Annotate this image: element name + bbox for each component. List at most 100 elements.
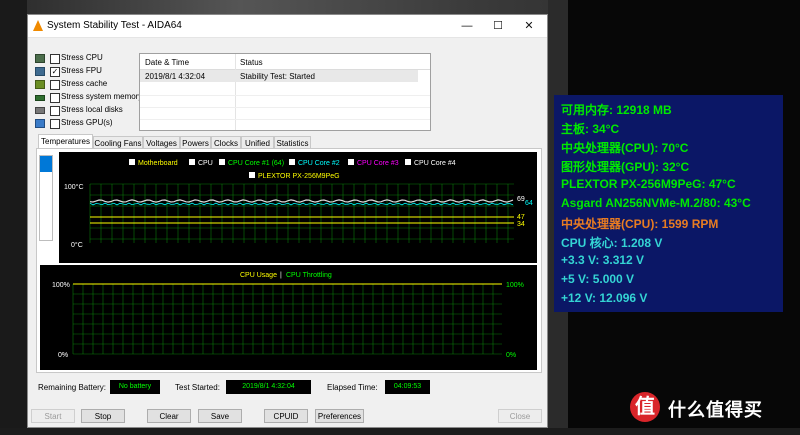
osd-5v-voltage: +5 V: 5.000 V [561,272,635,286]
clear-button[interactable]: Clear [147,409,191,423]
usage-grid [72,283,502,355]
temperature-chart: Motherboard CPU CPU Core #1 (64) CPU Cor… [59,152,537,263]
cache-icon [35,80,45,89]
stress-gpu-checkbox[interactable] [50,119,60,129]
preferences-button[interactable]: Preferences [315,409,364,423]
column-header-datetime[interactable]: Date & Time [145,58,189,67]
cpuid-button[interactable]: CPUID [264,409,308,423]
osd-cpu-core-voltage: CPU 核心: 1.208 V [561,236,663,250]
temp-series [89,199,514,224]
sensor-selector-list[interactable] [39,155,53,241]
close-window-button[interactable]: ✕ [514,15,544,37]
stress-option-label: Stress CPU [61,53,103,62]
watermark-text: 什么值得买 [668,400,763,420]
value-label-34: 34 [517,221,525,228]
stress-option-cpu[interactable]: Stress CPU [35,53,155,65]
table-header: Date & Time Status [140,54,430,70]
window-title: System Stability Test - AIDA64 [47,20,182,31]
usage-axis-right-max: 100% [506,282,524,289]
stress-option-disks[interactable]: Stress local disks [35,105,155,117]
disk-icon [35,107,45,114]
desktop-background [0,0,27,435]
stability-test-window: System Stability Test - AIDA64 — ☐ ✕ Str… [27,14,548,428]
maximize-button[interactable]: ☐ [483,15,513,37]
test-started-value: 2019/8/1 4:32:04 [226,380,311,394]
osd-12v-voltage: +12 V: 12.096 V [561,291,648,305]
osd-3v3-voltage: +3.3 V: 3.312 V [561,253,645,267]
test-started-label: Test Started: [175,383,220,392]
event-log-table[interactable]: Date & Time Status 2019/8/1 4:32:04 Stab… [139,53,431,131]
stress-option-memory[interactable]: Stress system memory [35,92,155,104]
legend-motherboard: Motherboard [138,160,178,167]
elapsed-time-label: Elapsed Time: [327,383,378,392]
row-divider [140,119,430,120]
aida64-flame-icon [33,20,43,31]
stress-cpu-checkbox[interactable] [50,54,60,64]
legend-cpu-core-3: CPU Core #3 [357,160,399,167]
osd-asgard-temp: Asgard AN256NVMe-M.2/80: 43°C [561,196,751,210]
minimize-button[interactable]: — [452,15,482,37]
battery-value: No battery [110,380,160,394]
legend-cpu-core-2: CPU Core #2 [298,160,340,167]
value-label-64: 64 [525,200,533,207]
elapsed-time-value: 04:09:53 [385,380,430,394]
stress-option-cache[interactable]: Stress cache [35,79,155,91]
legend-checkbox[interactable] [249,172,255,178]
title-bar[interactable]: System Stability Test - AIDA64 — ☐ ✕ [28,15,547,38]
watermark-logo-icon: 值 [630,392,660,422]
fpu-icon [35,67,45,76]
stress-option-fpu[interactable]: ✓ Stress FPU [35,66,155,78]
tab-temperatures[interactable]: Temperatures [38,134,93,149]
stress-cache-checkbox[interactable] [50,80,60,90]
value-label-47: 47 [517,214,525,221]
battery-label: Remaining Battery: [38,383,107,392]
save-button[interactable]: Save [198,409,242,423]
legend-checkbox[interactable] [219,159,225,165]
usage-title-separator: | [280,272,282,279]
legend-plextor: PLEXTOR PX-256M9PeG [258,173,340,180]
osd-plextor-temp: PLEXTOR PX-256M9PeG: 47°C [561,177,736,191]
legend-checkbox[interactable] [189,159,195,165]
stress-memory-checkbox[interactable] [50,93,60,103]
stop-button[interactable]: Stop [81,409,125,423]
usage-title-cpu-usage: CPU Usage [240,272,277,279]
legend-checkbox[interactable] [129,159,135,165]
sensor-osd-panel: 可用内存: 12918 MB 主板: 34°C 中央处理器(CPU): 70°C… [554,95,783,312]
selected-sensor-item[interactable] [40,156,52,172]
osd-gpu-temp: 图形处理器(GPU): 32°C [561,160,690,174]
usage-axis-right-min: 0% [506,352,516,359]
desktop-background [0,428,800,435]
cpu-usage-chart: CPU Usage | CPU Throttling 100% 0% 100% … [40,265,537,370]
usage-axis-left-max: 100% [52,282,70,289]
stress-option-label: Stress cache [61,79,108,88]
legend-cpu: CPU [198,160,213,167]
stress-option-label: Stress FPU [61,66,102,75]
stress-disks-checkbox[interactable] [50,106,60,116]
start-button[interactable]: Start [31,409,75,423]
osd-cpu-fan-rpm: 中央处理器(CPU): 1599 RPM [561,217,719,231]
stress-option-label: Stress system memory [61,92,143,101]
cpu-icon [35,54,45,63]
stress-option-label: Stress local disks [61,105,123,114]
stress-option-gpu[interactable]: Stress GPU(s) [35,118,155,130]
close-button[interactable]: Close [498,409,542,423]
temperatures-panel: Motherboard CPU CPU Core #1 (64) CPU Cor… [36,148,542,373]
memory-icon [35,95,45,101]
temp-axis-min: 0°C [71,241,83,249]
column-header-status[interactable]: Status [240,58,263,67]
legend-checkbox[interactable] [289,159,295,165]
legend-cpu-core-1: CPU Core #1 (64) [228,160,284,167]
cpu-core-series-line [89,199,514,203]
row-divider [140,107,430,108]
temp-axis-max: 100°C [64,183,84,191]
stress-option-label: Stress GPU(s) [61,118,113,127]
stress-fpu-checkbox[interactable]: ✓ [50,67,60,77]
legend-checkbox[interactable] [405,159,411,165]
cpu-core-2-series-line [89,202,514,206]
legend-checkbox[interactable] [348,159,354,165]
osd-available-memory: 可用内存: 12918 MB [561,103,672,117]
osd-cpu-temp: 中央处理器(CPU): 70°C [561,141,689,155]
table-row[interactable]: 2019/8/1 4:32:04 Stability Test: Started [140,70,418,82]
gpu-icon [35,119,45,128]
osd-motherboard-temp: 主板: 34°C [561,122,620,136]
